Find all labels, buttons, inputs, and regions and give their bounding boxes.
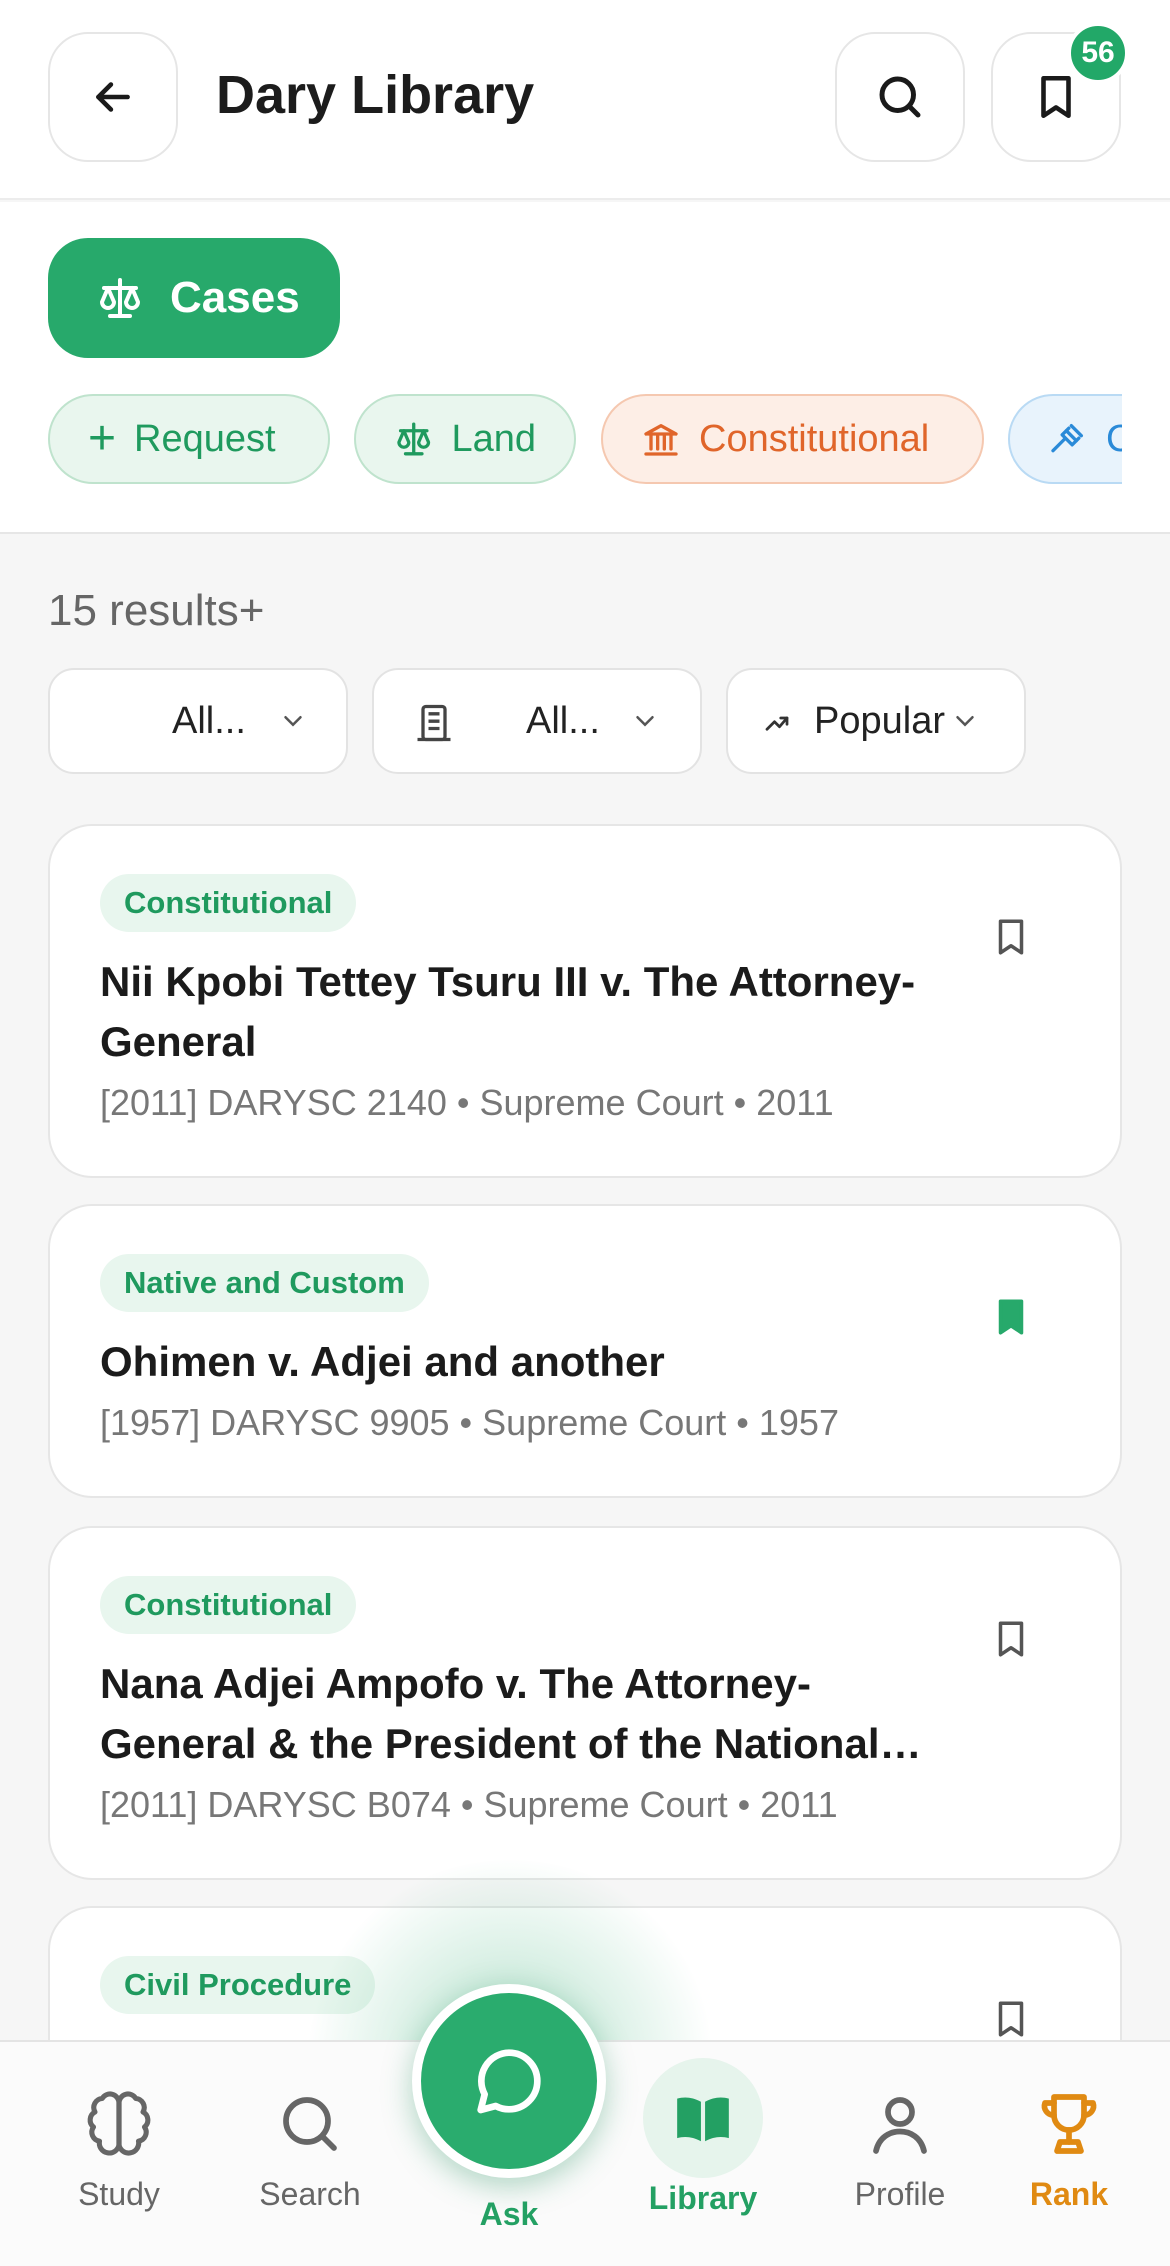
nav-library-label: Library — [648, 2180, 758, 2216]
building-icon — [417, 704, 451, 742]
filter-category-label: All... — [172, 699, 246, 742]
brain-icon — [87, 2091, 151, 2156]
trophy-icon — [1041, 2094, 1097, 2154]
filter-sort-dropdown[interactable]: Popular — [726, 668, 1026, 774]
case-tag: Constitutional — [100, 874, 357, 932]
nav-study-label: Study — [78, 2176, 160, 2212]
nav-search-label: Search — [259, 2176, 361, 2212]
chevron-down-icon — [956, 716, 974, 727]
ask-button[interactable] — [412, 1984, 606, 2178]
bookmark-icon — [1041, 75, 1071, 119]
case-tag: Constitutional — [100, 1576, 357, 1634]
saved-cases-button[interactable]: 56 — [991, 22, 1129, 162]
nav-rank-label: Rank — [1029, 2176, 1109, 2212]
gavel-icon — [1051, 424, 1083, 453]
case-citation: [1957] DARYSC 9905 • Supreme Court • 195… — [100, 1402, 839, 1443]
chip-constitutional[interactable]: Constitutional — [601, 394, 984, 484]
chip-request-label: Request — [134, 417, 276, 460]
chevron-down-icon — [636, 716, 654, 727]
case-card[interactable]: Constitutional Nii Kpobi Tettey Tsuru II… — [48, 824, 1122, 1178]
search-icon — [879, 76, 921, 118]
bookmark-icon[interactable] — [990, 912, 1032, 962]
back-button[interactable] — [48, 32, 178, 162]
courthouse-icon — [644, 424, 678, 456]
case-citation: [2011] DARYSC 2140 • Supreme Court • 201… — [100, 1082, 834, 1123]
chip-partial-label: C — [1106, 418, 1122, 461]
case-card[interactable]: Constitutional Nana Adjei Ampofo v. The … — [48, 1526, 1122, 1880]
chip-land-label: Land — [451, 417, 536, 460]
filter-court-dropdown[interactable]: All... — [372, 668, 702, 774]
chip-partial[interactable]: C — [1008, 394, 1122, 484]
trending-up-icon — [765, 716, 789, 731]
nav-profile[interactable]: Profile — [815, 2042, 985, 2266]
filter-category-dropdown[interactable]: All... — [48, 668, 348, 774]
filter-court-label: All... — [526, 699, 600, 742]
chat-bubble-icon — [477, 2049, 541, 2114]
page-title: Dary Library — [216, 65, 535, 125]
arrow-left-icon — [96, 82, 130, 112]
case-card[interactable]: Native and Custom Ohimen v. Adjei and an… — [48, 1204, 1122, 1498]
nav-rank[interactable]: Rank — [984, 2042, 1154, 2266]
bookmark-icon[interactable] — [990, 1614, 1032, 1664]
case-title: Nana Adjei Ampofo v. The Attorney-Genera… — [100, 1660, 922, 1767]
nav-search[interactable]: Search — [225, 2042, 395, 2266]
results-count: 15 results+ — [48, 586, 265, 635]
user-icon — [873, 2097, 927, 2154]
scales-icon — [397, 422, 431, 456]
plus-icon: + — [88, 412, 117, 465]
chip-land[interactable]: Land — [354, 394, 576, 484]
chip-scroller[interactable]: + Request Land Constitutional C — [0, 202, 1122, 532]
app-header: Dary Library 56 — [0, 0, 1170, 200]
open-book-icon — [677, 2097, 729, 2142]
chip-constitutional-label: Constitutional — [699, 417, 930, 460]
case-title: Ohimen v. Adjei and another — [100, 1338, 665, 1385]
nav-study[interactable]: Study — [34, 2042, 204, 2266]
ask-label: Ask — [479, 2196, 539, 2232]
case-tag: Native and Custom — [100, 1254, 429, 1312]
category-section: Cases + Request Land Constitutional C — [0, 202, 1170, 534]
search-icon — [283, 2097, 337, 2151]
bookmark-filled-icon[interactable] — [990, 1292, 1032, 1342]
case-title: Nii Kpobi Tettey Tsuru III v. The Attorn… — [100, 958, 916, 1065]
case-citation: [2011] DARYSC B074 • Supreme Court • 201… — [100, 1784, 838, 1825]
chip-request[interactable]: + Request — [48, 394, 330, 484]
search-button[interactable] — [835, 32, 965, 162]
nav-library[interactable]: Library — [618, 2042, 788, 2266]
chevron-down-icon — [284, 716, 302, 727]
saved-count-badge: 56 — [1067, 22, 1129, 84]
filter-sort-label: Popular — [814, 699, 945, 742]
nav-profile-label: Profile — [854, 2176, 946, 2212]
bookmark-icon[interactable] — [990, 1994, 1032, 2044]
